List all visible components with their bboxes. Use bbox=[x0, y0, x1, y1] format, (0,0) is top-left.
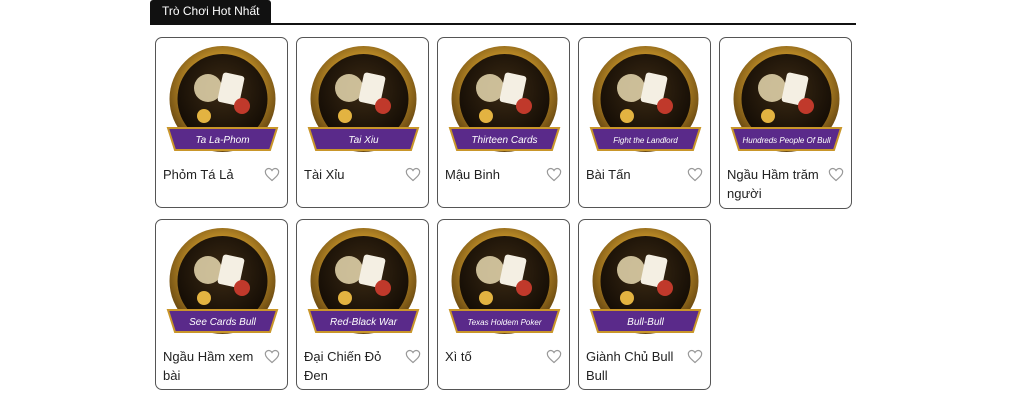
game-card[interactable]: Red-Black War Đại Chiến Đỏ Đen bbox=[296, 219, 429, 390]
heart-icon[interactable] bbox=[828, 167, 844, 182]
game-title[interactable]: Ngầu Hầm trăm người bbox=[727, 165, 823, 203]
heart-icon[interactable] bbox=[405, 349, 421, 364]
game-card[interactable]: Ta La-Phom Phỏm Tá Lả bbox=[155, 37, 288, 208]
game-card[interactable]: Texas Holdem Poker Xì tố bbox=[437, 219, 570, 390]
banner-text: Red-Black War bbox=[330, 317, 398, 328]
section-header: Trò Chơi Hot Nhất bbox=[150, 0, 856, 25]
banner-text: See Cards Bull bbox=[189, 317, 256, 328]
banner-text: Texas Holdem Poker bbox=[468, 318, 542, 327]
heart-icon[interactable] bbox=[687, 167, 703, 182]
thirteen-cards-thumbnail[interactable]: Thirteen Cards bbox=[446, 44, 563, 160]
game-card[interactable]: Fight the Landlord Bài Tấn bbox=[578, 37, 711, 208]
heart-icon[interactable] bbox=[264, 349, 280, 364]
game-title[interactable]: Xì tố bbox=[445, 347, 541, 366]
game-title[interactable]: Mậu Binh bbox=[445, 165, 541, 184]
heart-icon[interactable] bbox=[687, 349, 703, 364]
bull-bull-thumbnail[interactable]: Bull-Bull bbox=[587, 226, 704, 342]
game-title[interactable]: Tài Xỉu bbox=[304, 165, 400, 184]
bull-hat-thumbnail[interactable]: Hundreds People Of Bull bbox=[728, 44, 845, 160]
game-title[interactable]: Giành Chủ Bull Bull bbox=[586, 347, 682, 385]
tai-xiu-thumbnail[interactable]: Tai Xiu bbox=[305, 44, 422, 160]
game-card[interactable]: Bull-Bull Giành Chủ Bull Bull bbox=[578, 219, 711, 390]
banner-text: Ta La-Phom bbox=[195, 135, 249, 146]
heart-icon[interactable] bbox=[546, 349, 562, 364]
section-title: Trò Chơi Hot Nhất bbox=[150, 0, 272, 23]
heart-icon[interactable] bbox=[546, 167, 562, 182]
game-title[interactable]: Bài Tấn bbox=[586, 165, 682, 184]
texas-holdem-thumbnail[interactable]: Texas Holdem Poker bbox=[446, 226, 563, 342]
game-card[interactable]: See Cards Bull Ngầu Hầm xem bài bbox=[155, 219, 288, 390]
game-card[interactable]: Tai Xiu Tài Xỉu bbox=[296, 37, 429, 208]
game-grid: Ta La-Phom Phỏm Tá Lả Tai Xiu Tài Xỉu Thirte… bbox=[155, 37, 861, 390]
game-title[interactable]: Ngầu Hầm xem bài bbox=[163, 347, 259, 385]
game-card[interactable]: Hundreds People Of Bull Ngầu Hầm trăm ngư… bbox=[719, 37, 852, 209]
see-cards-bull-thumbnail[interactable]: See Cards Bull bbox=[164, 226, 281, 342]
game-card[interactable]: Thirteen Cards Mậu Binh bbox=[437, 37, 570, 208]
red-black-war-thumbnail[interactable]: Red-Black War bbox=[305, 226, 422, 342]
game-title[interactable]: Phỏm Tá Lả bbox=[163, 165, 259, 184]
banner-text: Tai Xiu bbox=[348, 135, 379, 146]
banner-text: Thirteen Cards bbox=[471, 135, 537, 146]
banner-text: Bull-Bull bbox=[627, 317, 664, 328]
heart-icon[interactable] bbox=[264, 167, 280, 182]
banner-text: Hundreds People Of Bull bbox=[742, 136, 830, 145]
landlord-thumbnail[interactable]: Fight the Landlord bbox=[587, 44, 704, 160]
ta-la-phom-thumbnail[interactable]: Ta La-Phom bbox=[164, 44, 281, 160]
game-title[interactable]: Đại Chiến Đỏ Đen bbox=[304, 347, 400, 385]
heart-icon[interactable] bbox=[405, 167, 421, 182]
banner-text: Fight the Landlord bbox=[613, 136, 678, 145]
